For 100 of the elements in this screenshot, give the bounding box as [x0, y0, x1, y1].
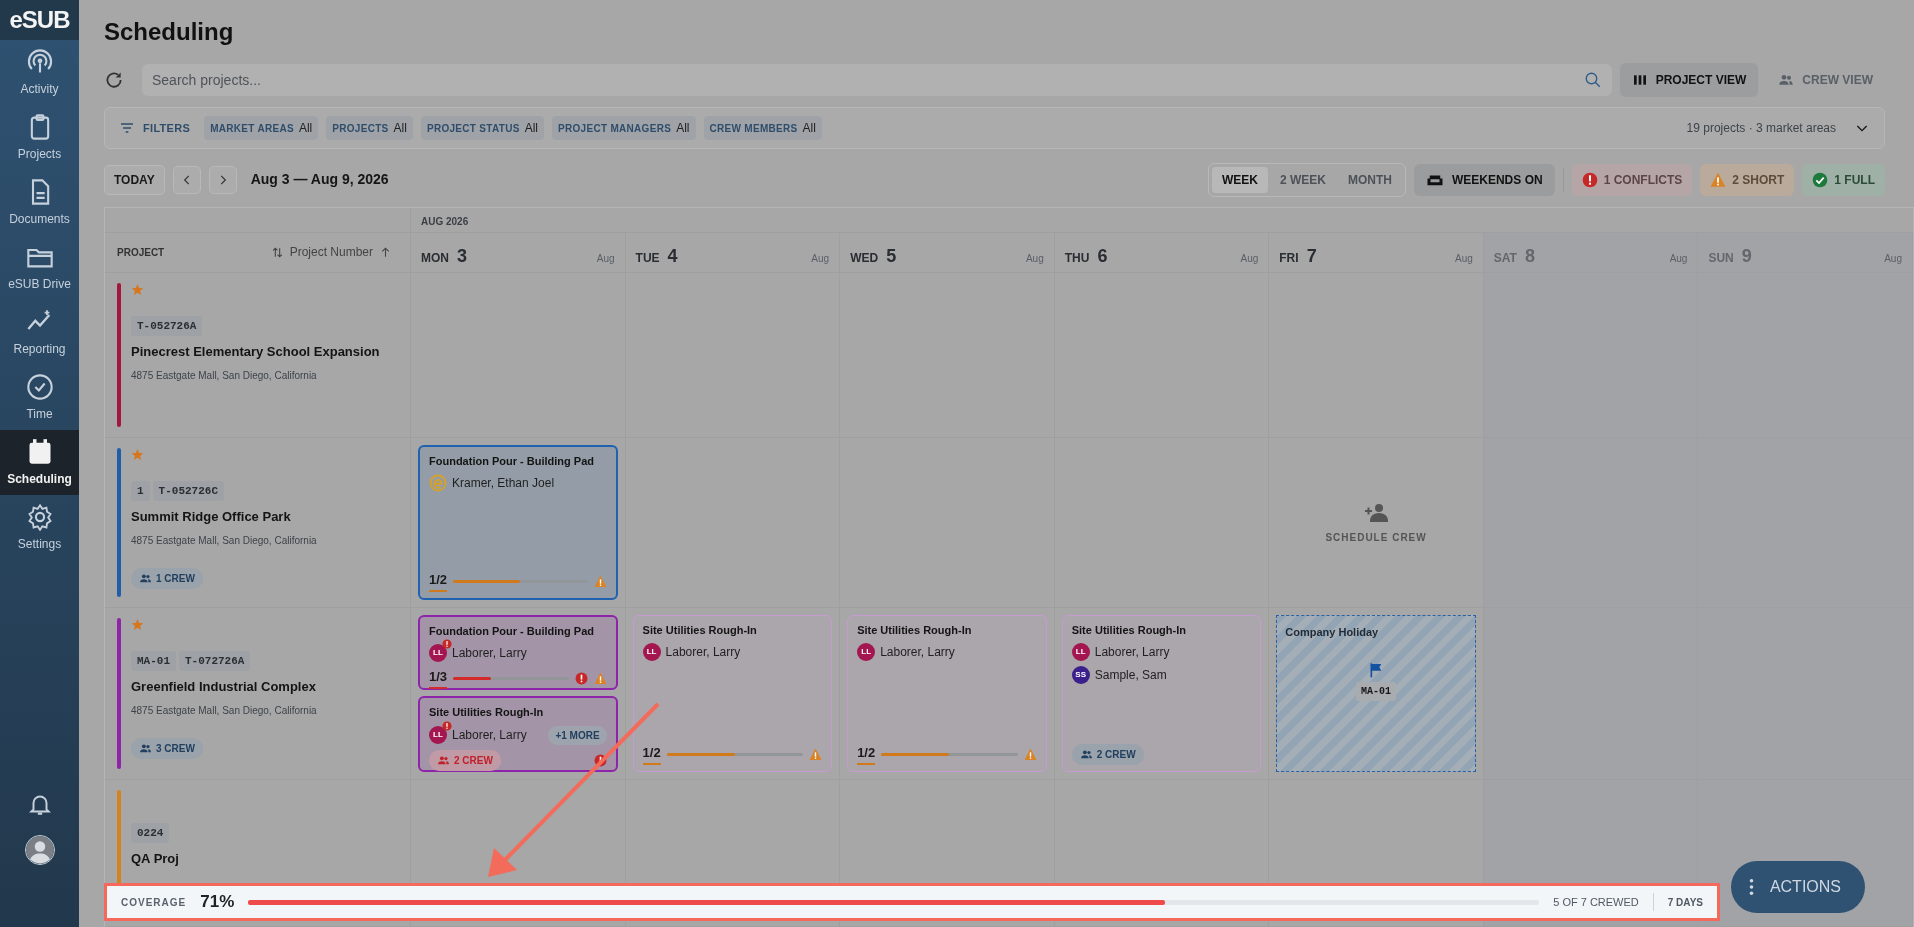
filter-name: PROJECT MANAGERS	[558, 121, 672, 136]
search-icon	[1583, 70, 1602, 89]
crew-chip: 2 CREW	[429, 749, 501, 771]
schedule-card[interactable]: Foundation Pour - Building Pad Kramer, Ethan Joel 1/2	[418, 444, 618, 600]
star-icon[interactable]	[131, 447, 144, 461]
day-number: 4	[667, 244, 678, 268]
avatar-icon[interactable]	[24, 835, 55, 865]
filter-value: All	[802, 119, 816, 137]
card-title: Site Utilities Rough-In	[857, 622, 973, 638]
month-abbr: Aug	[596, 251, 615, 266]
page-title: Scheduling	[104, 18, 235, 47]
day-number: 3	[457, 244, 467, 268]
view-toggle[interactable]: PROJECT VIEW	[1619, 62, 1759, 97]
search-field[interactable]: Search projects...	[142, 63, 1612, 96]
logo-badge-icon	[429, 474, 447, 493]
schedule-card[interactable]: Site Utilities Rough-In LL Laborer, Larry 1/2	[847, 614, 1047, 772]
day-number: 8	[1524, 244, 1535, 268]
filter-value: All	[393, 119, 407, 137]
day-number: 9	[1741, 244, 1752, 268]
month-label: AUG 2026	[421, 215, 469, 227]
filter-value: All	[524, 119, 538, 137]
staffing-count: 1/2	[857, 743, 876, 765]
sidebar-item[interactable]: Projects	[0, 105, 79, 170]
member-name: Laborer, Larry	[665, 644, 741, 662]
filter-chip[interactable]: PROJECT MANAGERS All	[552, 115, 696, 140]
member-name: Sample, Sam	[1094, 667, 1167, 685]
filters-label: FILTERS	[143, 120, 191, 136]
crewed-count: 5 OF 7 CREWED	[1553, 894, 1639, 910]
weekday: SAT	[1493, 249, 1517, 267]
project-address: 4875 Eastgate Mall, San Diego, California	[131, 703, 318, 718]
sidebar-item[interactable]: Time	[0, 365, 79, 430]
filter-chip[interactable]: MARKET AREAS All	[204, 115, 319, 140]
sidebar-item[interactable]: Settings	[0, 495, 79, 560]
star-icon[interactable]	[131, 282, 144, 296]
actions-button[interactable]: ACTIONS	[1730, 861, 1865, 913]
sort-button[interactable]: Project Number	[264, 242, 398, 263]
weekday: WED	[850, 249, 879, 267]
day-number: 7	[1306, 244, 1317, 268]
sidebar-item[interactable]: Scheduling	[0, 430, 79, 495]
range-option[interactable]: 2 WEEK	[1269, 166, 1336, 193]
filter-summary: 19 projects · 3 market areas	[1686, 119, 1836, 137]
month-abbr: Aug	[811, 251, 830, 266]
project-code: T-052726C	[152, 480, 225, 502]
filter-name: CREW MEMBERS	[709, 121, 798, 136]
month-abbr: Aug	[1669, 251, 1688, 266]
filter-chip[interactable]: CREW MEMBERS All	[703, 115, 822, 140]
project-code: MA-01	[131, 650, 176, 672]
schedule-card[interactable]: Site Utilities Rough-In LL Laborer, Larry 1/2	[632, 614, 833, 772]
project-name: QA Proj	[131, 850, 180, 869]
project-code: T-052726A	[131, 315, 203, 337]
month-abbr: Aug	[1240, 251, 1259, 266]
range-option[interactable]: WEEK	[1211, 166, 1268, 193]
settings-icon	[25, 502, 54, 531]
status-chip[interactable]: 1 FULL	[1802, 163, 1885, 196]
weekends-button[interactable]: WEEKENDS ON	[1413, 163, 1555, 196]
star-icon[interactable]	[131, 617, 144, 631]
project-name: Summit Ridge Office Park	[131, 508, 292, 527]
filter-chip[interactable]: PROJECT STATUS All	[420, 115, 544, 140]
member-avatar: LL	[857, 643, 876, 662]
member-name: Kramer, Ethan Joel	[452, 475, 555, 493]
sidebar-item[interactable]: Documents	[0, 170, 79, 235]
sidebar-item[interactable]: eSUB Drive	[0, 235, 79, 300]
warning-icon	[1710, 171, 1727, 188]
project-address: 4875 Eastgate Mall, San Diego, California	[131, 533, 318, 548]
weekday: FRI	[1279, 249, 1299, 267]
refresh-icon[interactable]	[104, 69, 124, 90]
weekday: TUE	[635, 249, 660, 267]
member-name: Laborer, Larry	[452, 645, 527, 663]
range-option[interactable]: MONTH	[1337, 166, 1402, 193]
previous-button[interactable]	[172, 165, 201, 194]
crew-chip: 2 CREW	[1071, 743, 1144, 765]
month-abbr: Aug	[1025, 251, 1044, 266]
month-abbr: Aug	[1884, 251, 1902, 266]
filter-name: PROJECTS	[332, 121, 389, 136]
date-range: Aug 3 — Aug 9, 2026	[250, 170, 389, 190]
status-chip[interactable]: 2 SHORT	[1700, 163, 1795, 196]
member-name: Laborer, Larry	[880, 644, 955, 662]
status-chip[interactable]: 1 CONFLICTS	[1571, 163, 1693, 196]
schedule-card[interactable]: Site Utilities Rough-In LL Laborer, Larry SS Sample, Sam 2 CREW	[1061, 614, 1262, 772]
arrow-up-icon	[379, 245, 392, 259]
schedule-card[interactable]: Foundation Pour - Building Pad LL Laborer, Larry 1/3	[418, 614, 618, 691]
member-name: Laborer, Larry	[452, 727, 527, 745]
sidebar-item[interactable]: Activity	[0, 40, 79, 105]
holiday-title: Company Holiday	[1285, 624, 1379, 640]
sidebar-item[interactable]: Reporting	[0, 300, 79, 365]
column-header: PROJECT	[117, 245, 165, 260]
today-button[interactable]: TODAY	[104, 164, 165, 195]
staffing-count: 1/3	[429, 667, 448, 689]
filter-chip[interactable]: PROJECTS All	[326, 115, 413, 140]
filter-value: All	[676, 119, 690, 137]
broadcast-icon	[25, 47, 54, 76]
staffing-count: 1/2	[429, 570, 448, 592]
next-button[interactable]	[208, 165, 237, 194]
alert-icon	[1581, 171, 1598, 188]
month-abbr: Aug	[1455, 251, 1473, 266]
schedule-card[interactable]: Site Utilities Rough-In LL Laborer, Larry +1 MORE 2 CREW	[418, 696, 618, 772]
card-title: Site Utilities Rough-In	[642, 622, 758, 638]
coverage-label: COVERAGE	[121, 895, 187, 910]
filter-value: All	[298, 119, 313, 137]
more-chip[interactable]: +1 MORE	[548, 725, 607, 745]
